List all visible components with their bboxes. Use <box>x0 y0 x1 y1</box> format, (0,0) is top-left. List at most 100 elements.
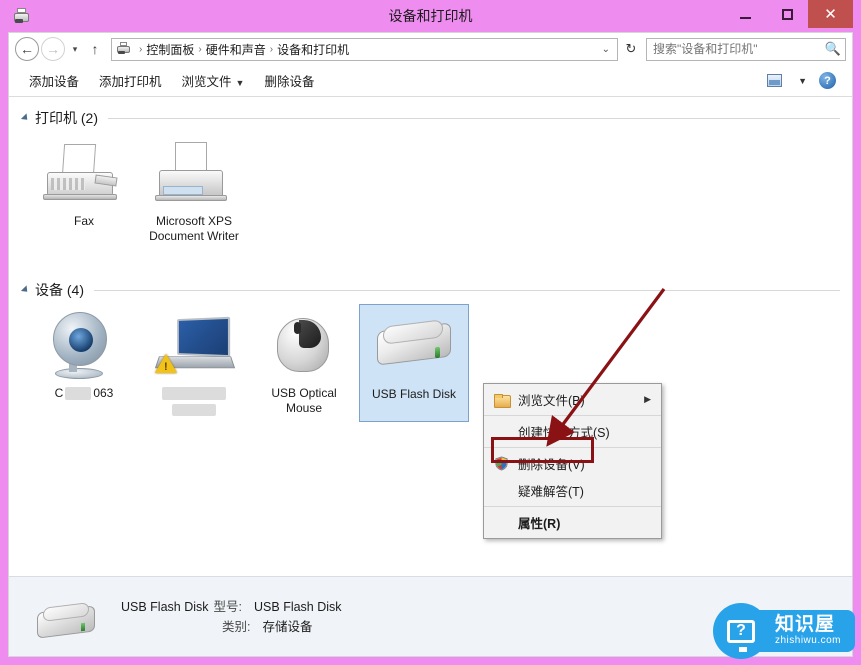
toolbar-add-device-button[interactable]: 添加设备 <box>19 67 89 94</box>
watermark-en-text: zhishiwu.com <box>774 635 841 646</box>
arrow-up-icon: ↑ <box>91 41 99 57</box>
group-title-printers: 打印机 (2) <box>35 110 98 126</box>
fax-printer-icon <box>39 138 129 210</box>
chevron-down-icon: ▼ <box>235 78 245 88</box>
window-controls: ✕ <box>724 0 853 28</box>
minimize-icon <box>739 17 751 19</box>
address-bar-row: ← → ▾ ↑ › 控制面板 › 硬件和声音 › 设备和打印机 ⌄ ↻ 搜索"设… <box>9 33 852 65</box>
context-menu[interactable]: 浏览文件(B) ▶ 创建快捷方式(S) 删除设备(V) 疑难解答(T) 属性(R… <box>483 383 662 539</box>
maximize-button[interactable] <box>766 0 808 28</box>
context-menu-separator <box>484 415 661 416</box>
context-menu-item-properties[interactable]: 属性(R) <box>484 509 661 536</box>
context-menu-label: 浏览文件(B) <box>518 394 585 408</box>
change-view-button[interactable] <box>761 72 788 89</box>
explorer-window: 设备和打印机 ✕ ← → ▾ ↑ › 控制面板 › 硬件和声音 › 设备和打印机… <box>0 0 861 665</box>
watermark-question-glyph: ? <box>736 622 746 639</box>
toolbar-remove-device-button[interactable]: 删除设备 <box>254 67 324 94</box>
mouse-icon <box>259 310 349 382</box>
command-toolbar: 添加设备 添加打印机 浏览文件 ▼ 删除设备 ▼ ? <box>9 65 852 97</box>
xps-printer-icon <box>149 138 239 210</box>
help-button[interactable]: ? <box>813 70 842 91</box>
back-icon: ← <box>20 41 34 57</box>
context-menu-item-remove-device[interactable]: 删除设备(V) <box>484 450 661 477</box>
redacted-text-block <box>162 387 226 401</box>
site-watermark: ? 知识屋 zhishiwu.com <box>712 603 855 659</box>
status-category-value: 存储设备 <box>262 619 313 634</box>
redacted-text-block <box>172 403 216 416</box>
device-label-prefix: C <box>54 386 64 400</box>
device-tile-usb-flash-disk[interactable]: USB Flash Disk <box>359 304 469 422</box>
breadcrumb-item-devices-printers[interactable]: 设备和打印机 <box>277 41 349 58</box>
device-tile-fax[interactable]: Fax <box>29 132 139 250</box>
status-category-line: 类别: 存储设备 <box>121 617 342 637</box>
status-device-name: USB Flash Disk <box>121 599 209 614</box>
device-tile-webcam[interactable]: C 063 <box>29 304 139 422</box>
group-header-printers[interactable]: 打印机 (2) <box>20 108 840 128</box>
collapse-triangle-icon[interactable] <box>20 285 31 295</box>
toolbar-add-printer-button[interactable]: 添加打印机 <box>89 67 172 94</box>
breadcrumb-dropdown-icon[interactable]: ⌄ <box>597 44 615 55</box>
toolbar-browse-files-button[interactable]: 浏览文件 ▼ <box>172 67 255 94</box>
device-tile-laptop[interactable]: ! <box>139 304 249 422</box>
status-model-line: USB Flash Disk 型号: USB Flash Disk <box>121 597 342 617</box>
monitor-question-icon: ? <box>726 619 755 652</box>
collapse-triangle-icon[interactable] <box>20 113 31 123</box>
window-printer-icon <box>12 7 32 27</box>
webcam-icon <box>39 310 129 382</box>
search-input[interactable] <box>653 42 825 56</box>
context-menu-item-troubleshoot[interactable]: 疑难解答(T) <box>484 477 661 504</box>
device-label-suffix: 063 <box>93 386 114 400</box>
device-tile-label: Fax <box>73 214 94 228</box>
back-button[interactable]: ← <box>15 37 39 61</box>
breadcrumb-item-hardware-sound[interactable]: 硬件和声音 <box>206 41 266 58</box>
watermark-cn-text: 知识屋 <box>774 614 835 635</box>
close-icon: ✕ <box>824 5 837 23</box>
group-header-devices[interactable]: 设备 (4) <box>20 280 840 300</box>
forward-button[interactable]: → <box>41 37 65 61</box>
search-box[interactable]: 🔍 <box>646 37 846 61</box>
toolbar-add-printer-label: 添加打印机 <box>99 75 162 89</box>
submenu-arrow-icon: ▶ <box>644 394 651 404</box>
usb-flash-disk-icon <box>369 311 459 383</box>
toolbar-browse-files-label: 浏览文件 <box>181 75 232 89</box>
printers-tile-row: Fax Microsoft XPS Document Writer <box>21 132 840 250</box>
breadcrumb-separator: › <box>139 43 143 55</box>
up-button[interactable]: ↑ <box>85 37 105 61</box>
group-title-devices: 设备 (4) <box>35 282 84 298</box>
refresh-icon: ↻ <box>625 41 637 56</box>
status-model-key: 型号: <box>213 599 243 614</box>
device-tile-label: Microsoft XPS Document Writer <box>149 214 239 243</box>
window-client-area: ← → ▾ ↑ › 控制面板 › 硬件和声音 › 设备和打印机 ⌄ ↻ 搜索"设… <box>8 32 853 657</box>
devices-tile-row: C 063 ! USB Optical Mouse USB Flash Disk <box>21 304 840 422</box>
breadcrumb[interactable]: › 控制面板 › 硬件和声音 › 设备和打印机 ⌄ <box>111 37 618 61</box>
recent-locations-button[interactable]: ▾ <box>67 37 83 61</box>
device-tile-usb-optical-mouse[interactable]: USB Optical Mouse <box>249 304 359 422</box>
title-bar: 设备和打印机 ✕ <box>8 0 853 32</box>
close-button[interactable]: ✕ <box>808 0 853 28</box>
breadcrumb-separator: › <box>198 43 202 55</box>
breadcrumb-item-control-panel[interactable]: 控制面板 <box>146 41 194 58</box>
folder-icon <box>484 393 518 408</box>
status-model-value: USB Flash Disk <box>254 599 342 614</box>
context-menu-label: 删除设备(V) <box>518 458 585 472</box>
usb-flash-disk-icon <box>31 589 101 645</box>
laptop-icon: ! <box>149 310 239 382</box>
device-tile-label: USB Optical Mouse <box>271 386 337 415</box>
minimize-button[interactable] <box>724 0 766 28</box>
status-category-key: 类别: <box>222 619 251 634</box>
context-menu-separator <box>484 447 661 448</box>
group-divider <box>94 289 840 291</box>
warning-exclamation: ! <box>164 361 168 373</box>
device-tile-xps-writer[interactable]: Microsoft XPS Document Writer <box>139 132 249 250</box>
context-menu-separator <box>484 506 661 507</box>
shield-icon <box>484 456 518 471</box>
context-menu-item-browse-files[interactable]: 浏览文件(B) ▶ <box>484 386 661 413</box>
help-icon: ? <box>819 72 836 89</box>
context-menu-item-create-shortcut[interactable]: 创建快捷方式(S) <box>484 418 661 445</box>
forward-icon: → <box>46 41 60 57</box>
view-dropdown-button[interactable]: ▼ <box>788 74 813 88</box>
refresh-button[interactable]: ↻ <box>620 38 642 61</box>
context-menu-label: 创建快捷方式(S) <box>518 426 610 440</box>
toolbar-remove-device-label: 删除设备 <box>264 75 315 89</box>
view-options-icon <box>767 74 783 87</box>
